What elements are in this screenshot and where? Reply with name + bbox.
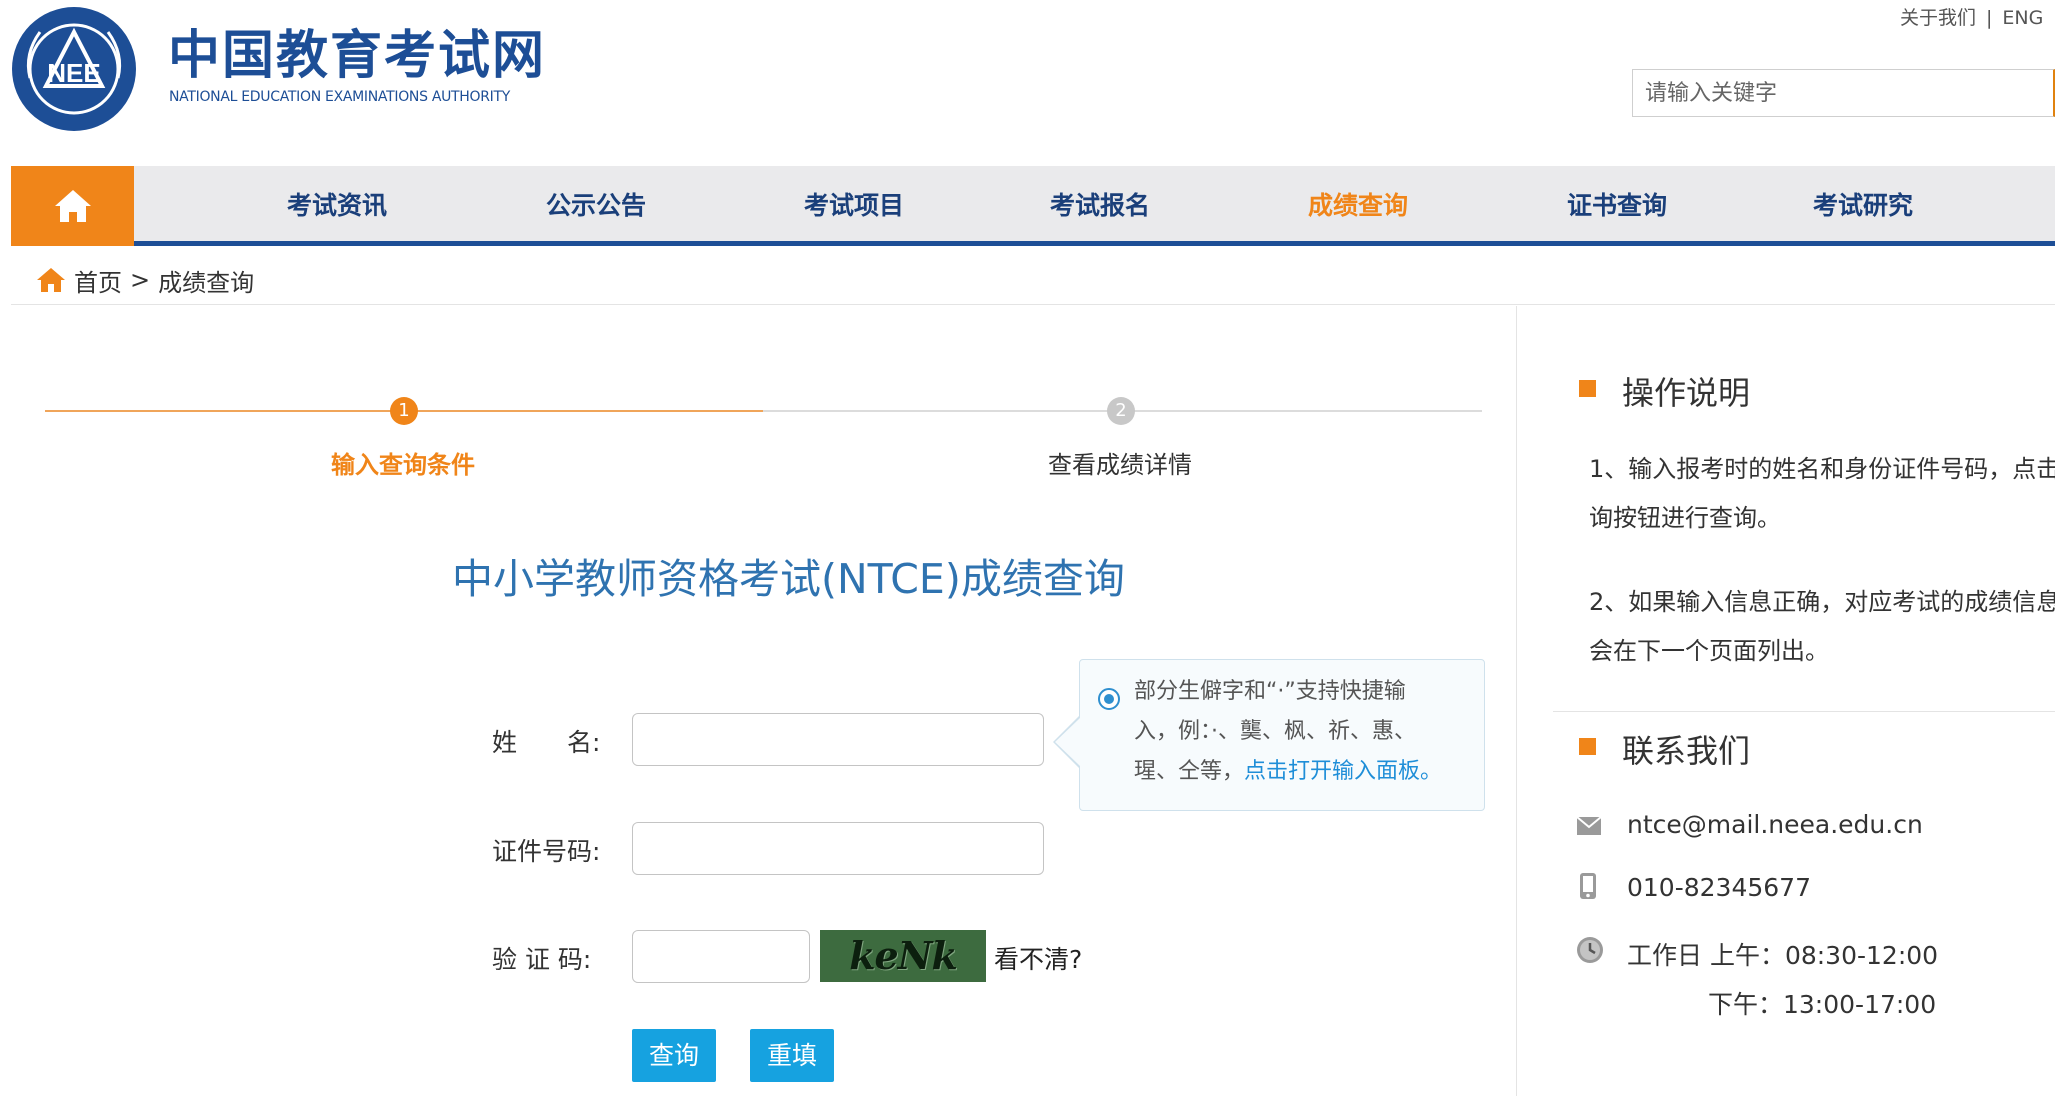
instruction-line: 会在下一个页面列出。	[1589, 637, 1829, 665]
contact-phone: 010-82345677	[1627, 873, 1811, 902]
captcha-refresh-link[interactable]: 看不清?	[994, 940, 1082, 976]
site-logo-en: NATIONAL EDUCATION EXAMINATIONS AUTHORIT…	[169, 89, 511, 105]
home-icon	[37, 268, 65, 292]
instruction-line: 2、如果输入信息正确，对应考试的成绩信息	[1589, 588, 2055, 616]
tooltip-line-3-text: 瑆、仝等，	[1134, 759, 1245, 784]
instruction-line: 1、输入报考时的姓名和身份证件号码，点击	[1589, 455, 2055, 483]
nav-item-exam-projects[interactable]: 考试项目	[804, 166, 904, 246]
nav-home-button[interactable]	[11, 166, 134, 246]
breadcrumb: 首页 > 成绩查询	[36, 262, 254, 298]
contact-hours-am: 工作日 上午：08:30-12:00	[1627, 941, 1939, 970]
nav-item-exam-research[interactable]: 考试研究	[1813, 166, 1913, 246]
nav-item-score-query[interactable]: 成绩查询	[1308, 166, 1408, 246]
tooltip-line-3: 瑆、仝等，点击打开输入面板。	[1134, 752, 1466, 792]
site-logo-cn[interactable]: 中国教育考试网	[168, 26, 546, 86]
contact-title: 联系我们	[1622, 732, 1751, 770]
instructions-title: 操作说明	[1622, 374, 1751, 412]
step-1-dot: 1	[390, 397, 418, 425]
open-input-panel-link[interactable]: 点击打开输入面板。	[1244, 759, 1442, 784]
column-divider	[1516, 306, 1517, 1096]
instruction-line: 询按钮进行查询。	[1589, 504, 1781, 532]
breadcrumb-home-link[interactable]: 首页	[74, 263, 122, 298]
captcha-input[interactable]	[632, 930, 810, 983]
captcha-image[interactable]: keNk	[820, 930, 986, 982]
form-title: 中小学教师资格考试(NTCE)成绩查询	[452, 555, 1125, 603]
phone-icon	[1579, 872, 1597, 904]
top-links: 关于我们 | ENG	[1900, 3, 2043, 30]
divider	[1553, 711, 2055, 712]
breadcrumb-separator: >	[130, 266, 151, 294]
step-2-label: 查看成绩详情	[1048, 451, 1192, 479]
email-icon	[1576, 816, 1602, 840]
nav-item-announcements[interactable]: 公示公告	[546, 166, 646, 246]
nav-item-exam-registration[interactable]: 考试报名	[1050, 166, 1150, 246]
tooltip-line-1: 部分生僻字和“·”支持快捷输	[1134, 679, 1406, 704]
captcha-label: 验 证 码:	[492, 945, 592, 974]
emblem-text: NEE	[47, 58, 100, 88]
contact-hours-pm: 下午：13:00-17:00	[1708, 990, 1937, 1019]
main-nav: 考试资讯 公示公告 考试项目 考试报名 成绩查询 证书查询 考试研究	[11, 166, 2055, 246]
captcha-text: keNk	[849, 933, 958, 978]
nav-item-exam-news[interactable]: 考试资讯	[287, 166, 387, 246]
section-marker-icon	[1579, 380, 1596, 397]
divider	[11, 304, 2055, 305]
id-number-label: 证件号码:	[492, 837, 601, 866]
breadcrumb-current: 成绩查询	[158, 268, 255, 297]
about-us-link[interactable]: 关于我们	[1900, 7, 1976, 29]
nav-item-certificate-query[interactable]: 证书查询	[1567, 166, 1667, 246]
clock-icon	[1576, 936, 1604, 968]
tooltip-arrow-fill	[1055, 718, 1080, 766]
contact-email[interactable]: ntce@mail.neea.edu.cn	[1627, 810, 1923, 839]
reset-button[interactable]: 重填	[750, 1029, 834, 1082]
search-input[interactable]	[1632, 69, 2055, 117]
submit-query-button[interactable]: 查询	[632, 1029, 716, 1082]
top-links-separator: |	[1986, 7, 1993, 29]
step-2-dot: 2	[1107, 397, 1135, 425]
name-label: 姓 名:	[492, 728, 601, 757]
section-marker-icon	[1579, 738, 1596, 755]
english-link[interactable]: ENG	[2002, 7, 2043, 29]
name-input[interactable]	[632, 713, 1044, 766]
input-hint-tooltip: 部分生僻字和“·”支持快捷输 入，例：·、龑、枫、祈、惠、 瑆、仝等，点击打开输…	[1079, 659, 1485, 811]
id-number-input[interactable]	[632, 822, 1044, 875]
home-icon	[54, 190, 91, 222]
tooltip-line-2: 入，例：·、龑、枫、祈、惠、	[1134, 719, 1416, 744]
radio-icon	[1098, 688, 1120, 710]
site-logo-emblem[interactable]: NEE	[10, 6, 138, 132]
step-1-label: 输入查询条件	[331, 451, 475, 479]
